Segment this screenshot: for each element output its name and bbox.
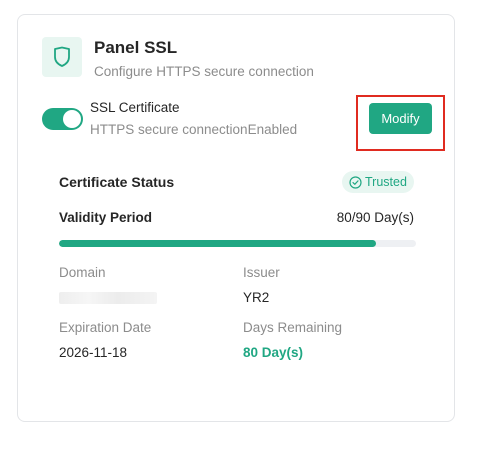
issuer-value: YR2 xyxy=(243,290,270,305)
validity-progress-fill xyxy=(59,240,377,247)
domain-value-redacted xyxy=(59,292,157,304)
panel-ssl-card: Panel SSL Configure HTTPS secure connect… xyxy=(17,14,455,422)
check-circle-icon xyxy=(349,175,362,189)
expiration-date-value: 2026-11-18 xyxy=(59,345,128,360)
toggle-knob xyxy=(63,110,81,128)
ssl-status-text: HTTPS secure connectionEnabled xyxy=(90,122,298,137)
validity-progress-bar xyxy=(59,240,416,247)
validity-period-label: Validity Period xyxy=(59,210,153,225)
issuer-label: Issuer xyxy=(243,265,280,280)
ssl-certificate-label: SSL Certificate xyxy=(90,100,180,115)
expiration-date-label: Expiration Date xyxy=(59,320,152,335)
certificate-status-title: Certificate Status xyxy=(59,174,175,190)
trusted-badge: Trusted xyxy=(342,171,414,193)
days-remaining-value: 80 Day(s) xyxy=(243,345,304,360)
domain-label: Domain xyxy=(59,265,106,280)
trusted-label: Trusted xyxy=(365,175,407,189)
highlight-box xyxy=(356,95,445,151)
validity-period-value: 80/90 Day(s) xyxy=(336,210,414,225)
ssl-toggle[interactable] xyxy=(42,108,83,130)
shield-icon xyxy=(42,37,82,77)
page-subtitle: Configure HTTPS secure connection xyxy=(94,64,314,79)
days-remaining-label: Days Remaining xyxy=(243,320,343,335)
page-title: Panel SSL xyxy=(94,38,178,57)
